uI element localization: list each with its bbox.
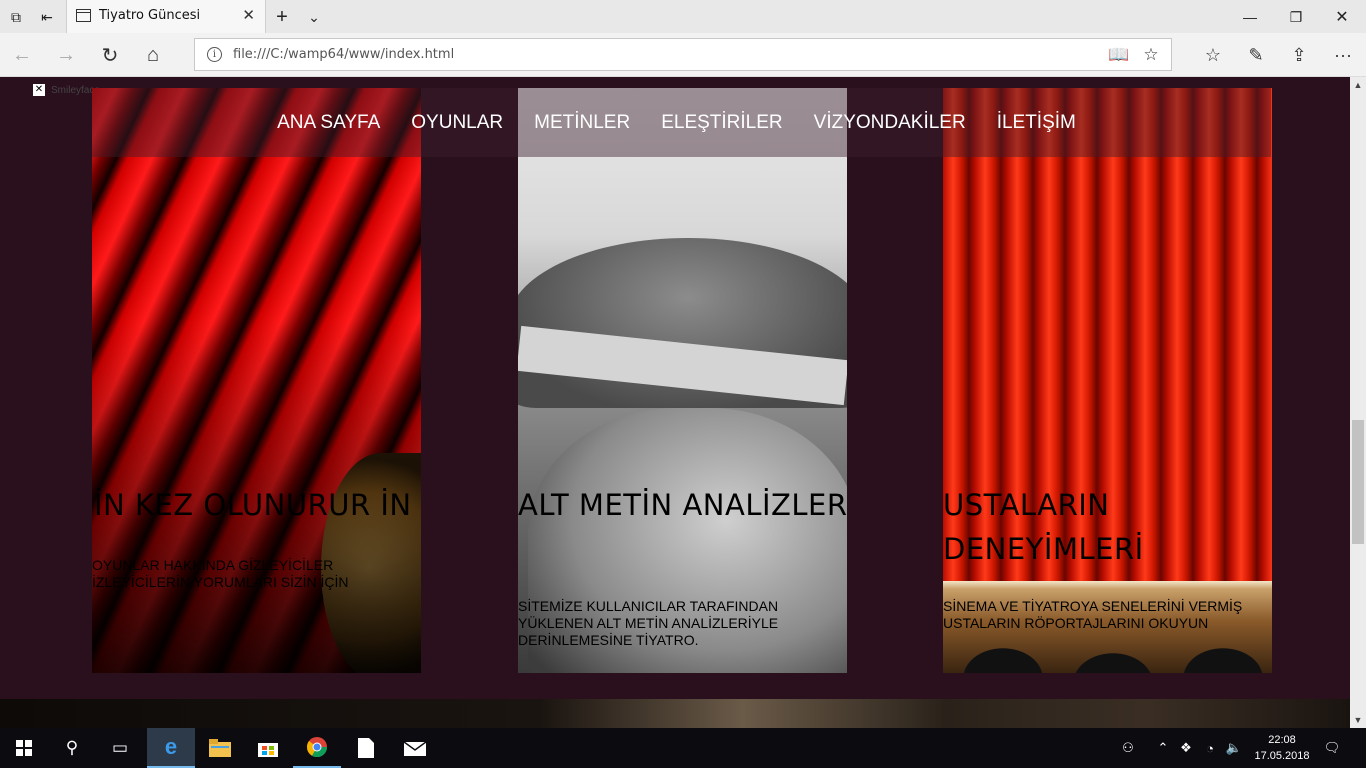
people-icon[interactable]: ⚇ (1117, 738, 1139, 758)
card-text: SİTEMİZE KULLANICILAR TARAFINDAN YÜKLENE… (518, 598, 779, 648)
windows-taskbar: ⚲ ▭ e ⚇ ⌃ ❖ ◔ 🔈 22:08 17.05.2018 🗨 (0, 728, 1366, 768)
card-title: ALT METİN ANALİZLERİ (518, 488, 847, 522)
site-info-icon[interactable]: i (207, 47, 222, 62)
system-clock[interactable]: 22:08 17.05.2018 (1254, 732, 1310, 764)
more-options-icon[interactable]: ··· (1329, 41, 1357, 69)
audience-silhouette-image (943, 628, 1272, 673)
clock-time: 22:08 (1268, 734, 1296, 746)
task-view-icon[interactable]: ▭ (96, 728, 144, 768)
browser-tab[interactable]: Tiyatro Güncesi ✕ (66, 0, 266, 33)
windows-icon[interactable] (0, 728, 48, 768)
page-viewport: ✕ Smileyface İN KEZ OLUNURUR İN OYUNLAR … (0, 77, 1366, 728)
favorites-hub-icon[interactable]: ☆ (1199, 41, 1227, 69)
chrome-icon[interactable] (293, 728, 341, 768)
refresh-icon[interactable]: ↻ (96, 41, 124, 69)
nav-link-iletisim[interactable]: İLETİŞİM (997, 112, 1076, 134)
back-arrow-icon[interactable]: ← (8, 41, 36, 69)
feature-card-1[interactable]: İN KEZ OLUNURUR İN OYUNLAR HAKKINDA GİZL… (92, 88, 421, 673)
maximize-button[interactable]: ❐ (1273, 4, 1319, 30)
broken-image: ✕ Smileyface (33, 84, 100, 96)
set-aside-tabs-icon[interactable]: ⇤ (37, 7, 57, 27)
close-tab-icon[interactable]: ✕ (242, 6, 255, 24)
url-text[interactable]: file:///C:/wamp64/www/index.html (233, 47, 454, 62)
card-text: OYUNLAR HAKKINDA GİZLEYİCİLER İZLEYİCİLE… (92, 557, 349, 590)
card-title: İN KEZ OLUNURUR İN (94, 488, 412, 522)
vertical-scrollbar[interactable]: ▲ ▼ (1350, 77, 1366, 728)
home-icon[interactable]: ⌂ (139, 41, 167, 69)
close-window-button[interactable]: ✕ (1319, 4, 1365, 30)
favorite-star-icon[interactable]: ☆ (1140, 44, 1162, 66)
tab-sets-icon[interactable]: ⧉ (6, 7, 26, 27)
page-favicon-icon (76, 9, 91, 22)
minimize-button[interactable]: — (1227, 4, 1273, 30)
feature-card-3[interactable]: USTALARIN DENEYİMLERİ SİNEMA VE TİYATROY… (943, 88, 1272, 673)
nav-link-oyunlar[interactable]: OYUNLAR (411, 112, 503, 134)
card-title: USTALARIN DENEYİMLERİ (943, 488, 1144, 566)
reading-view-icon[interactable]: 📖 (1108, 44, 1130, 66)
folder-icon[interactable] (196, 728, 244, 768)
next-section-image (0, 699, 1350, 728)
volume-icon[interactable]: 🔈 (1223, 738, 1245, 758)
tab-title: Tiyatro Güncesi (99, 8, 201, 23)
broken-image-icon: ✕ (33, 84, 45, 96)
feature-card-2[interactable]: ALT METİN ANALİZLERİ SİTEMİZE KULLANICIL… (518, 88, 847, 673)
share-icon[interactable]: ⇪ (1285, 41, 1313, 69)
scroll-down-arrow-icon[interactable]: ▼ (1350, 712, 1366, 728)
nav-link-ana-sayfa[interactable]: ANA SAYFA (277, 112, 380, 134)
web-note-pen-icon[interactable]: ✎ (1242, 41, 1270, 69)
new-tab-icon[interactable]: + (272, 6, 292, 28)
dropbox-icon[interactable]: ❖ (1175, 738, 1197, 758)
browser-address-bar: ← → ↻ ⌂ i file:///C:/wamp64/www/index.ht… (0, 33, 1366, 77)
scroll-up-arrow-icon[interactable]: ▲ (1350, 77, 1366, 93)
action-center-icon[interactable]: 🗨 (1321, 738, 1343, 758)
card-text: SİNEMA VE TİYATROYA SENELERİNİ VERMİŞ US… (943, 598, 1243, 631)
scroll-thumb[interactable] (1352, 420, 1364, 544)
nav-link-metinler[interactable]: METİNLER (534, 112, 630, 134)
url-field[interactable]: i file:///C:/wamp64/www/index.html 📖 ☆ (194, 38, 1172, 71)
show-hidden-icons-chevron-icon[interactable]: ⌃ (1152, 738, 1174, 758)
tab-preview-chevron-icon[interactable]: ⌄ (304, 7, 324, 27)
wifi-icon[interactable]: ◔ (1199, 738, 1221, 758)
edge-icon[interactable]: e (147, 728, 195, 768)
mail-icon[interactable] (391, 728, 439, 768)
search-icon[interactable]: ⚲ (48, 728, 96, 768)
forward-arrow-icon[interactable]: → (52, 41, 80, 69)
site-navbar: ANA SAYFA OYUNLAR METİNLER ELEŞTİRİLER V… (92, 88, 1271, 157)
document-icon[interactable] (342, 728, 390, 768)
nav-link-elestiriler[interactable]: ELEŞTİRİLER (661, 112, 782, 134)
nav-link-vizyondakiler[interactable]: VİZYONDAKİLER (814, 112, 966, 134)
browser-tab-bar: ⧉ ⇤ Tiyatro Güncesi ✕ + ⌄ — ❐ ✕ (0, 0, 1366, 33)
store-icon[interactable] (244, 728, 292, 768)
clock-date: 17.05.2018 (1254, 750, 1310, 762)
